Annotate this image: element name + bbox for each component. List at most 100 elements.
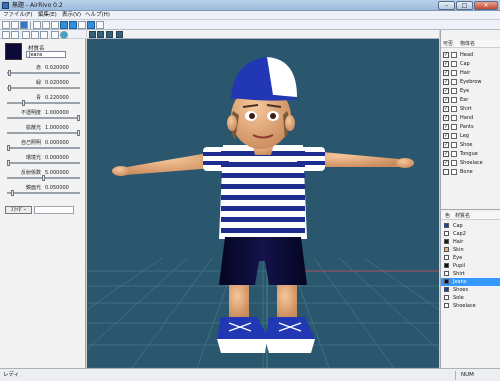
lock-checkbox[interactable]	[451, 88, 457, 94]
part-row[interactable]: ✓ Tongue	[441, 150, 500, 158]
select-arrow-icon[interactable]	[2, 31, 10, 39]
visible-checkbox[interactable]: ✓	[443, 97, 449, 103]
view-persp-icon[interactable]	[87, 21, 95, 29]
lock-checkbox[interactable]	[451, 97, 457, 103]
param-slider-thumb[interactable]	[7, 160, 10, 166]
viewport-reset-icon[interactable]	[89, 31, 96, 38]
view-front-icon[interactable]	[60, 21, 68, 29]
slider-value-field[interactable]	[34, 206, 74, 214]
visible-checkbox[interactable]: ✓	[443, 142, 449, 148]
lock-checkbox[interactable]	[451, 169, 457, 175]
param-slider-thumb[interactable]	[77, 115, 80, 121]
visible-checkbox[interactable]: ✓	[443, 151, 449, 157]
part-row[interactable]: ✓ Eyebrow	[441, 78, 500, 86]
lock-checkbox[interactable]	[451, 61, 457, 67]
material-row[interactable]: Eye	[441, 254, 500, 262]
paste-icon[interactable]	[51, 21, 59, 29]
lock-checkbox[interactable]	[451, 124, 457, 130]
visible-checkbox[interactable]: ✓	[443, 133, 449, 139]
new-file-icon[interactable]	[2, 21, 10, 29]
param-slider-thumb[interactable]	[8, 70, 12, 76]
param-slider-track[interactable]	[7, 162, 80, 164]
part-row[interactable]: ✓ Ear	[441, 96, 500, 104]
slider-mode-button[interactable]: ｽﾗｲﾀﾞｰ	[5, 206, 32, 214]
menu-edit[interactable]: 編集(E)	[38, 12, 57, 19]
material-row[interactable]: Shirt	[441, 270, 500, 278]
part-row[interactable]: ✓ Shoe	[441, 141, 500, 149]
param-slider-track[interactable]	[7, 102, 80, 104]
menu-view[interactable]: 表示(V)	[62, 12, 81, 19]
view-top-icon[interactable]	[78, 21, 86, 29]
visible-checkbox[interactable]: ✓	[443, 124, 449, 130]
zoom-icon[interactable]	[40, 31, 48, 39]
lock-checkbox[interactable]	[451, 151, 457, 157]
material-row[interactable]: Hair	[441, 238, 500, 246]
param-slider-track[interactable]	[7, 72, 80, 74]
save-icon[interactable]	[20, 21, 28, 29]
param-slider-track[interactable]	[7, 87, 80, 89]
material-row[interactable]: Skin	[441, 246, 500, 254]
param-slider-thumb[interactable]	[22, 100, 26, 106]
menu-file[interactable]: ファイル(F)	[3, 12, 32, 19]
param-slider-thumb[interactable]	[8, 85, 12, 91]
lock-checkbox[interactable]	[451, 70, 457, 76]
viewport-camera-icon[interactable]	[97, 31, 104, 38]
part-row[interactable]: ✓ Hand	[441, 114, 500, 122]
part-row[interactable]: ✓ Pants	[441, 123, 500, 131]
material-row[interactable]: Cap2	[441, 230, 500, 238]
move-cross-icon[interactable]	[22, 31, 30, 39]
visible-checkbox[interactable]: ✓	[443, 79, 449, 85]
lock-checkbox[interactable]	[451, 106, 457, 112]
panel-divider[interactable]	[441, 209, 500, 210]
param-slider-track[interactable]	[7, 147, 80, 149]
visible-checkbox[interactable]: ✓	[443, 61, 449, 67]
viewport-render-icon[interactable]	[106, 31, 113, 38]
part-row[interactable]: ✓ Head	[441, 51, 500, 59]
help-icon[interactable]	[96, 21, 104, 29]
material-row[interactable]: Cap	[441, 222, 500, 230]
material-row[interactable]: Shoes	[441, 286, 500, 294]
maximize-button[interactable]: □	[456, 1, 473, 10]
lock-checkbox[interactable]	[451, 79, 457, 85]
material-row[interactable]: Pupil	[441, 262, 500, 270]
visible-checkbox[interactable]: ✓	[443, 160, 449, 166]
visible-checkbox[interactable]: ✓	[443, 52, 449, 58]
param-slider-track[interactable]	[7, 132, 80, 134]
part-row[interactable]: ✓ Shirt	[441, 105, 500, 113]
part-row[interactable]: ✓ Eye	[441, 87, 500, 95]
material-color-swatch[interactable]	[5, 43, 22, 60]
param-slider-track[interactable]	[7, 192, 80, 194]
param-slider-track[interactable]	[7, 117, 80, 119]
visible-checkbox[interactable]: ✓	[443, 106, 449, 112]
menu-help[interactable]: ヘルプ(H)	[85, 12, 110, 19]
part-row[interactable]: Bone	[441, 168, 500, 176]
param-slider-thumb[interactable]	[7, 145, 10, 151]
open-folder-icon[interactable]	[11, 21, 19, 29]
part-row[interactable]: ✓ Hair	[441, 69, 500, 77]
visible-checkbox[interactable]	[443, 169, 449, 175]
part-row[interactable]: ✓ Cap	[441, 60, 500, 68]
rotate-icon[interactable]	[11, 31, 19, 39]
scale-icon[interactable]	[31, 31, 39, 39]
part-row[interactable]: ✓ Leg	[441, 132, 500, 140]
material-row-selected[interactable]: Jeans	[441, 278, 500, 286]
lock-checkbox[interactable]	[451, 115, 457, 121]
lock-checkbox[interactable]	[451, 52, 457, 58]
close-button[interactable]: ✕	[474, 1, 498, 10]
part-row[interactable]: ✓ Shoelace	[441, 159, 500, 167]
param-slider-thumb[interactable]	[10, 190, 14, 196]
copy-icon[interactable]	[42, 21, 50, 29]
param-slider-thumb[interactable]	[42, 175, 45, 181]
material-name-input[interactable]: Jeans	[26, 51, 66, 58]
visible-checkbox[interactable]: ✓	[443, 70, 449, 76]
3d-viewport[interactable]	[87, 39, 439, 368]
cut-icon[interactable]	[33, 21, 41, 29]
material-row[interactable]: Shoelace	[441, 302, 500, 310]
key-icon[interactable]	[51, 31, 59, 39]
lock-checkbox[interactable]	[451, 142, 457, 148]
visible-checkbox[interactable]: ✓	[443, 115, 449, 121]
material-row[interactable]: Sole	[441, 294, 500, 302]
globe-icon[interactable]	[60, 31, 68, 39]
viewport-light-icon[interactable]	[116, 31, 123, 38]
lock-checkbox[interactable]	[451, 160, 457, 166]
